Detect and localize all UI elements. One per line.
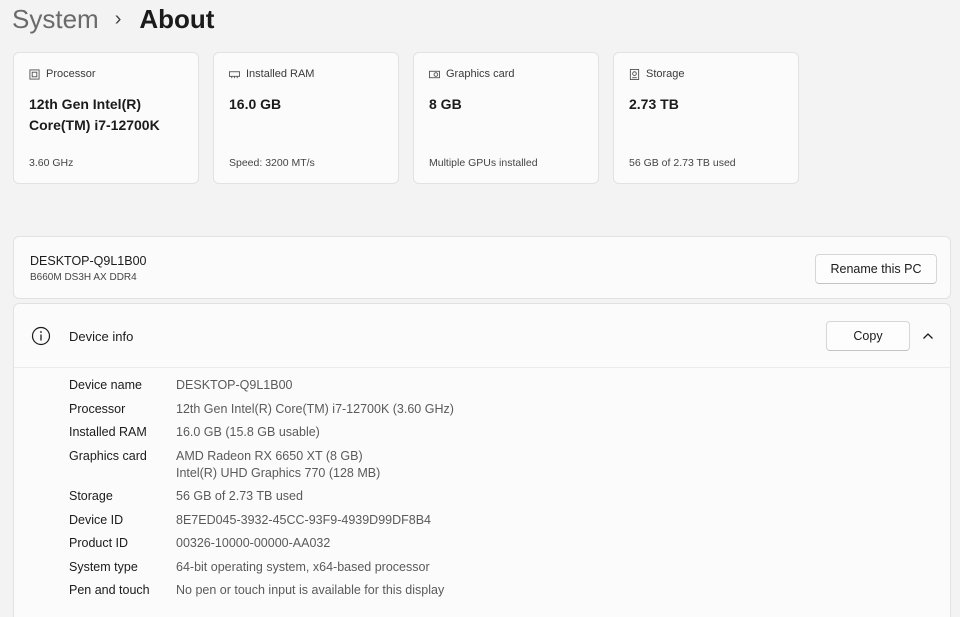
info-value: No pen or touch input is available for t… xyxy=(176,583,445,597)
copy-button[interactable]: Copy xyxy=(826,321,910,351)
info-row-installed-ram: Installed RAM 16.0 GB (15.8 GB usable) xyxy=(69,424,454,441)
device-info-panel: Device info Copy Device name DESKTOP-Q9L… xyxy=(13,303,951,617)
info-key: Product ID xyxy=(69,536,129,550)
info-row-processor: Processor 12th Gen Intel(R) Core(TM) i7-… xyxy=(69,401,454,418)
card-value: 8 GB xyxy=(429,96,462,112)
breadcrumb-system[interactable]: System xyxy=(12,4,99,35)
card-sub: 56 GB of 2.73 TB used xyxy=(629,157,736,169)
spec-card-graphics: Graphics card 8 GB Multiple GPUs install… xyxy=(413,52,599,184)
spec-card-ram: Installed RAM 16.0 GB Speed: 3200 MT/s xyxy=(213,52,399,184)
info-row-system-type: System type 64-bit operating system, x64… xyxy=(69,559,454,576)
card-sub: Speed: 3200 MT/s xyxy=(229,157,315,169)
breadcrumb: System › About xyxy=(12,2,214,36)
device-info-title: Device info xyxy=(69,329,134,344)
spec-card-processor: Processor 12th Gen Intel(R) Core(TM) i7-… xyxy=(13,52,199,184)
info-icon xyxy=(31,326,51,346)
info-row-pen-and-touch: Pen and touch No pen or touch input is a… xyxy=(69,582,454,599)
info-row-device-name: Device name DESKTOP-Q9L1B00 xyxy=(69,377,454,394)
card-value: 16.0 GB xyxy=(229,96,282,112)
info-key: Processor xyxy=(69,401,126,416)
info-value: 16.0 GB (15.8 GB usable) xyxy=(176,425,320,439)
rename-pc-button[interactable]: Rename this PC xyxy=(815,254,937,284)
breadcrumb-separator: › xyxy=(114,7,122,30)
device-info-header[interactable]: Device info Copy xyxy=(14,304,950,368)
card-sub: Multiple GPUs installed xyxy=(429,157,538,169)
info-value: 12th Gen Intel(R) Core(TM) i7-12700K (3.… xyxy=(176,401,454,416)
pc-name-panel: DESKTOP-Q9L1B00 B660M DS3H AX DDR4 Renam… xyxy=(13,236,951,299)
ram-icon xyxy=(229,70,240,78)
card-label: Graphics card xyxy=(446,68,515,80)
info-row-storage: Storage 56 GB of 2.73 TB used xyxy=(69,488,454,505)
info-value-group: AMD Radeon RX 6650 XT (8 GB) Intel(R) UH… xyxy=(176,448,380,482)
info-value: 64-bit operating system, x64-based proce… xyxy=(176,559,430,574)
info-value: DESKTOP-Q9L1B00 xyxy=(176,378,293,392)
storage-icon xyxy=(629,68,640,80)
info-row-graphics-card: Graphics card AMD Radeon RX 6650 XT (8 G… xyxy=(69,448,454,482)
device-info-list: Device name DESKTOP-Q9L1B00 Processor 12… xyxy=(69,377,454,606)
info-key: Installed RAM xyxy=(69,425,147,439)
info-row-product-id: Product ID 00326-10000-00000-AA032 xyxy=(69,535,454,552)
card-label: Processor xyxy=(46,68,96,80)
info-value: 56 GB of 2.73 TB used xyxy=(176,489,303,503)
card-label: Installed RAM xyxy=(246,68,315,80)
info-key: System type xyxy=(69,559,138,574)
info-value-secondary: Intel(R) UHD Graphics 770 (128 MB) xyxy=(176,465,381,480)
info-value: 8E7ED045-3932-45CC-93F9-4939D99DF8B4 xyxy=(176,512,432,527)
page-title: About xyxy=(139,3,215,34)
card-value: 12th Gen Intel(R) Core(TM) i7-12700K xyxy=(29,96,160,133)
info-key: Storage xyxy=(69,489,113,503)
graphics-card-icon xyxy=(429,70,440,78)
about-page: System › About Processor 12th Gen Intel(… xyxy=(0,0,960,617)
card-sub: 3.60 GHz xyxy=(29,157,74,169)
card-value: 2.73 TB xyxy=(629,96,679,112)
info-key: Pen and touch xyxy=(69,583,150,597)
spec-card-storage: Storage 2.73 TB 56 GB of 2.73 TB used xyxy=(613,52,799,184)
card-label: Storage xyxy=(646,68,685,80)
info-key: Device ID xyxy=(69,512,124,527)
processor-icon xyxy=(29,68,40,80)
pc-name: DESKTOP-Q9L1B00 xyxy=(30,254,147,268)
info-value: 00326-10000-00000-AA032 xyxy=(176,536,331,550)
info-row-device-id: Device ID 8E7ED045-3932-45CC-93F9-4939D9… xyxy=(69,512,454,529)
info-value: AMD Radeon RX 6650 XT (8 GB) xyxy=(176,448,363,463)
pc-model: B660M DS3H AX DDR4 xyxy=(30,272,137,283)
info-key: Device name xyxy=(69,378,142,392)
spec-cards: Processor 12th Gen Intel(R) Core(TM) i7-… xyxy=(13,52,799,184)
chevron-up-icon[interactable] xyxy=(921,329,935,343)
info-key: Graphics card xyxy=(69,448,147,463)
